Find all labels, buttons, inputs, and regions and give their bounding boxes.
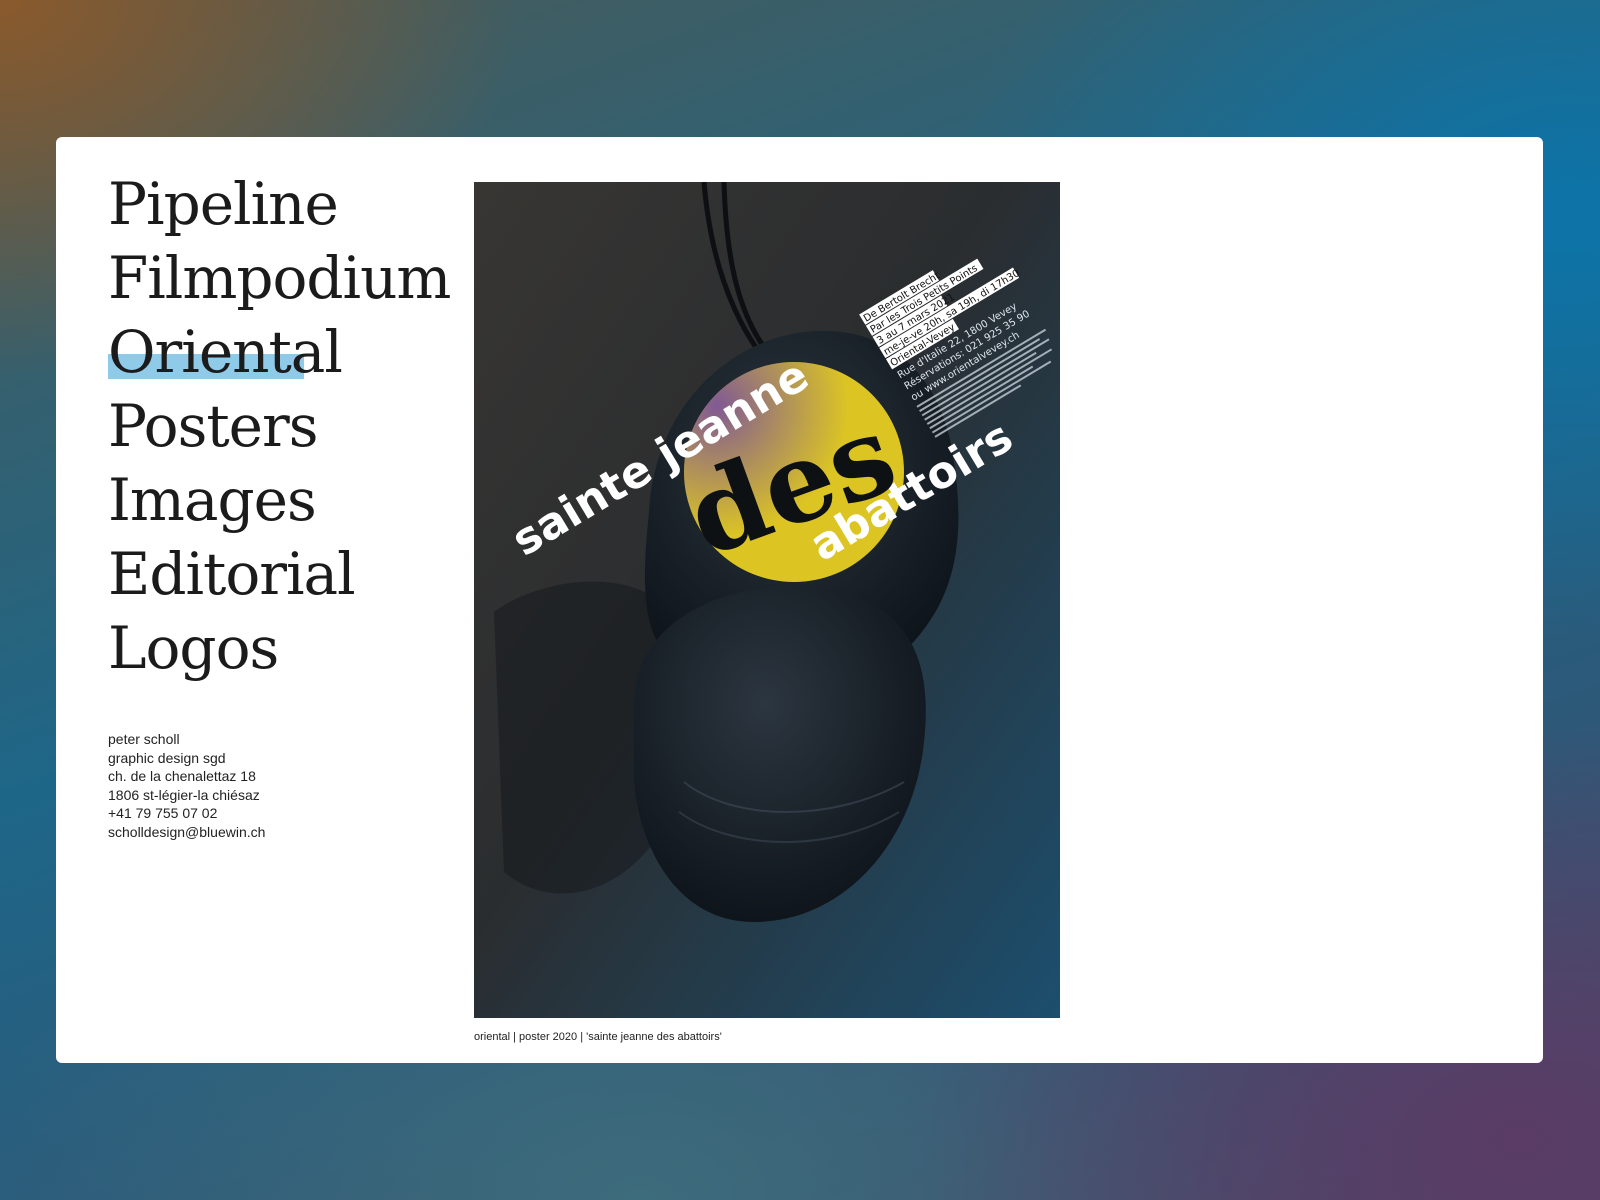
content-card: Pipeline Filmpodium Oriental Posters Ima…	[56, 137, 1543, 1063]
poster-image[interactable]: sainte jeanne abattoirs des De Bertolt B…	[474, 182, 1060, 1018]
contact-profession: graphic design sgd	[108, 749, 226, 766]
contact-phone[interactable]: +41 79 755 07 02	[108, 804, 265, 823]
contact-address: peter scholl graphic design sgd ch. de l…	[108, 730, 265, 841]
nav-item-pipeline[interactable]: Pipeline	[108, 167, 450, 241]
poster-artwork: sainte jeanne abattoirs des De Bertolt B…	[474, 182, 1060, 1018]
nav-item-logos[interactable]: Logos	[108, 611, 450, 685]
contact-email[interactable]: scholldesign@bluewin.ch	[108, 823, 265, 842]
contact-city: 1806 st-légier-la chiésaz	[108, 786, 260, 803]
poster-caption: oriental | poster 2020 | 'sainte jeanne …	[474, 1031, 722, 1043]
nav-item-posters[interactable]: Posters	[108, 389, 450, 463]
nav-item-images[interactable]: Images	[108, 463, 450, 537]
contact-name: peter scholl	[108, 731, 180, 747]
contact-street: ch. de la chenalettaz 18	[108, 768, 256, 784]
nav-item-filmpodium[interactable]: Filmpodium	[108, 241, 451, 315]
main-nav: Pipeline Filmpodium Oriental Posters Ima…	[108, 167, 451, 685]
nav-item-oriental[interactable]: Oriental	[108, 315, 450, 389]
nav-item-editorial[interactable]: Editorial	[108, 537, 450, 611]
